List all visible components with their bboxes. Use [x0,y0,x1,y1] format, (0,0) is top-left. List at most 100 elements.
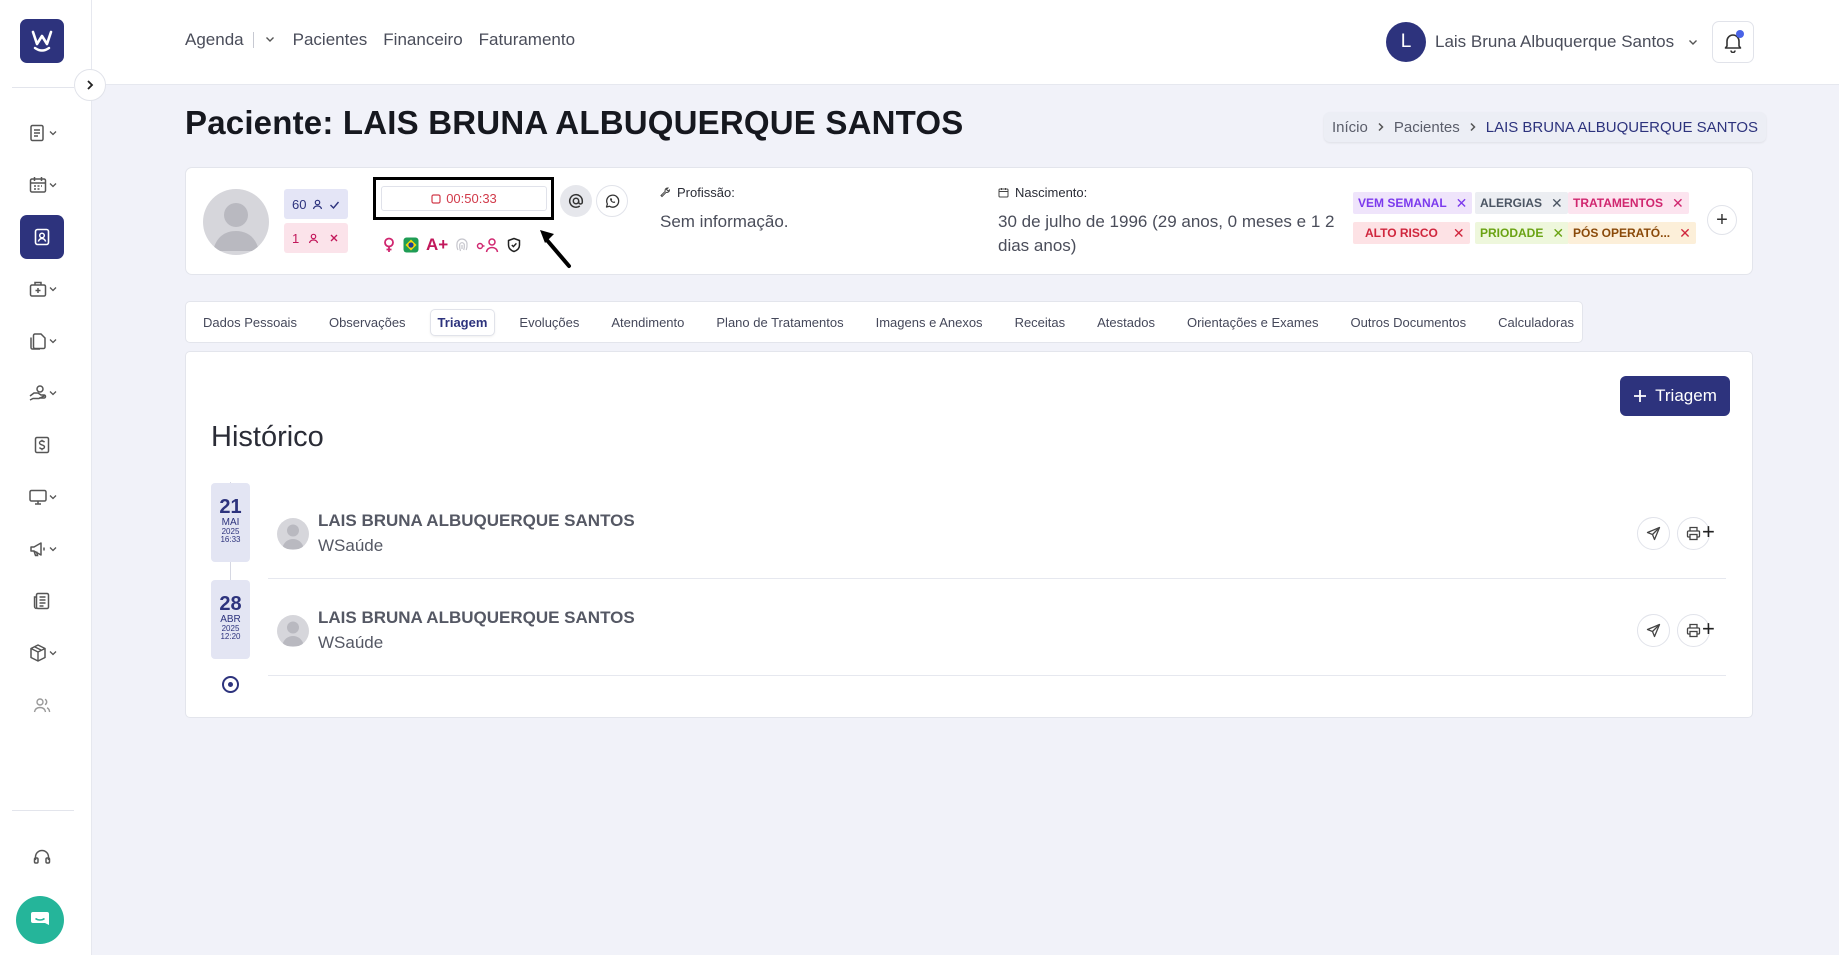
entry-patient-name: LAIS BRUNA ALBUQUERQUE SANTOS [318,608,635,627]
expand-button[interactable]: + [1702,618,1715,640]
chevron-down-icon [49,183,56,188]
tab-atendimento[interactable]: Atendimento [604,310,691,335]
nav-agenda[interactable]: Agenda [185,30,244,50]
agenda-dropdown-button[interactable] [264,30,276,50]
send-button[interactable] [1637,614,1670,647]
sidebar-item-users[interactable] [20,683,64,727]
nav-faturamento[interactable]: Faturamento [479,30,575,50]
patient-card-icon [34,228,50,246]
tab-imagens-e-anexos[interactable]: Imagens e Anexos [869,310,990,335]
tag-vem-semanal[interactable]: VEM SEMANAL ✕ [1353,192,1473,214]
monitor-icon [28,489,47,505]
sidebar-item-clinic[interactable] [20,267,64,311]
logo-icon[interactable] [20,19,64,63]
tag-alto-risco[interactable]: ALTO RISCO ✕ [1353,222,1470,244]
sidebar-item-marketing[interactable] [20,527,64,571]
chevron-down-icon [49,495,56,500]
printer-icon [1686,623,1701,638]
patient-tabs: Dados Pessoais Observações Triagem Evolu… [185,301,1583,343]
chevron-right-icon [87,80,94,90]
tab-atestados[interactable]: Atestados [1090,310,1162,335]
tag-label: ALERGIAS [1480,196,1543,210]
patient-avatar[interactable] [203,189,269,255]
whatsapp-icon [605,194,620,208]
sidebar-item-finance[interactable] [20,423,64,467]
wrench-icon [660,187,671,198]
add-tag-button[interactable]: + [1707,205,1737,235]
sidebar-collapse-button[interactable] [74,69,106,101]
tab-outros-documentos[interactable]: Outros Documentos [1343,310,1473,335]
birth-label-text: Nascimento: [1015,185,1088,200]
sidebar-item-payments[interactable] [20,371,64,415]
user-name: Lais Bruna Albuquerque Santos [1435,32,1675,51]
tab-plano-de-tratamentos[interactable]: Plano de Tratamentos [709,310,850,335]
send-icon [1646,623,1661,638]
timer-button[interactable]: 00:50:33 [381,186,547,211]
breadcrumb-pacientes[interactable]: Pacientes [1394,119,1460,136]
tag-label: VEM SEMANAL [1358,196,1447,210]
notifications-button[interactable] [1712,21,1754,63]
list-item[interactable]: LAIS BRUNA ALBUQUERQUE SANTOS WSaúde + [268,580,1726,676]
tag-alergias[interactable]: ALERGIAS ✕ [1475,192,1568,214]
birth-label: Nascimento: [998,185,1087,200]
remove-tag-icon[interactable]: ✕ [1456,195,1468,212]
chevron-down-icon [49,651,56,656]
sidebar-item-telemedicine[interactable] [20,475,64,519]
patient-card: 60 1 00:50:33 A+ Profissão: Sem informaç… [185,167,1753,275]
sidebar-item-schedule[interactable] [20,163,64,207]
notification-dot [1736,30,1744,38]
tab-orientacoes-e-exames[interactable]: Orientações e Exames [1180,310,1326,335]
attended-count: 60 [292,196,307,212]
fingerprint-icon [456,238,468,252]
newspaper-icon [33,592,50,610]
date-time: 16:33 [220,535,241,544]
breadcrumb-inicio[interactable]: Início [1332,119,1368,136]
sidebar-item-reports[interactable] [20,579,64,623]
date-day: 28 [219,593,242,615]
list-item[interactable]: LAIS BRUNA ALBUQUERQUE SANTOS WSaúde + [268,483,1726,579]
remove-tag-icon[interactable]: ✕ [1672,195,1684,212]
chat-button[interactable] [16,896,64,944]
timer-value: 00:50:33 [446,191,497,206]
tab-observacoes[interactable]: Observações [322,310,413,335]
remove-tag-icon[interactable]: ✕ [1679,225,1691,242]
send-button[interactable] [1637,517,1670,550]
tag-priodade[interactable]: PRIODADE ✕ [1475,222,1570,244]
add-triagem-button[interactable]: Triagem [1620,376,1730,416]
sidebar-item-inventory[interactable] [20,631,64,675]
nav-pacientes[interactable]: Pacientes [293,30,368,50]
remove-tag-icon[interactable]: ✕ [1551,195,1563,212]
tab-dados-pessoais[interactable]: Dados Pessoais [196,310,304,335]
tab-evolucoes[interactable]: Evoluções [512,310,586,335]
nav-financeiro[interactable]: Financeiro [383,30,462,50]
tag-tratamentos[interactable]: TRATAMENTOS ✕ [1568,192,1689,214]
document-list-icon [29,124,44,142]
top-bar: Agenda Pacientes Financeiro Faturamento … [92,0,1839,85]
sidebar-divider [12,87,74,88]
person-icon [313,199,323,209]
shield-icon [507,237,521,253]
history-title: Histórico [211,421,324,453]
user-menu[interactable]: L Lais Bruna Albuquerque Santos [1386,22,1699,62]
date-badge: 21 MAI 2025 16:33 [211,483,250,562]
sidebar-item-patients[interactable] [20,215,64,259]
tab-calculadoras[interactable]: Calculadoras [1491,310,1581,335]
tag-label: PRIODADE [1480,226,1544,240]
tag-label: PÓS OPERATÓ... [1573,226,1671,240]
sidebar-item-records[interactable] [20,111,64,155]
whatsapp-button[interactable] [596,185,628,217]
support-button[interactable] [20,835,64,879]
date-time: 12:20 [220,632,241,641]
sidebar-item-documents[interactable] [20,319,64,363]
remove-tag-icon[interactable]: ✕ [1552,225,1564,242]
missed-count-badge: 1 [284,223,348,253]
tab-triagem[interactable]: Triagem [430,309,495,335]
email-button[interactable] [560,185,592,217]
send-icon [1646,526,1661,541]
glasses-person-icon [477,238,499,253]
remove-tag-icon[interactable]: ✕ [1453,225,1465,242]
chevron-right-icon [1468,122,1478,132]
tag-pos-operatorio[interactable]: PÓS OPERATÓ... ✕ [1568,222,1696,244]
expand-button[interactable]: + [1702,521,1715,543]
tab-receitas[interactable]: Receitas [1008,310,1073,335]
